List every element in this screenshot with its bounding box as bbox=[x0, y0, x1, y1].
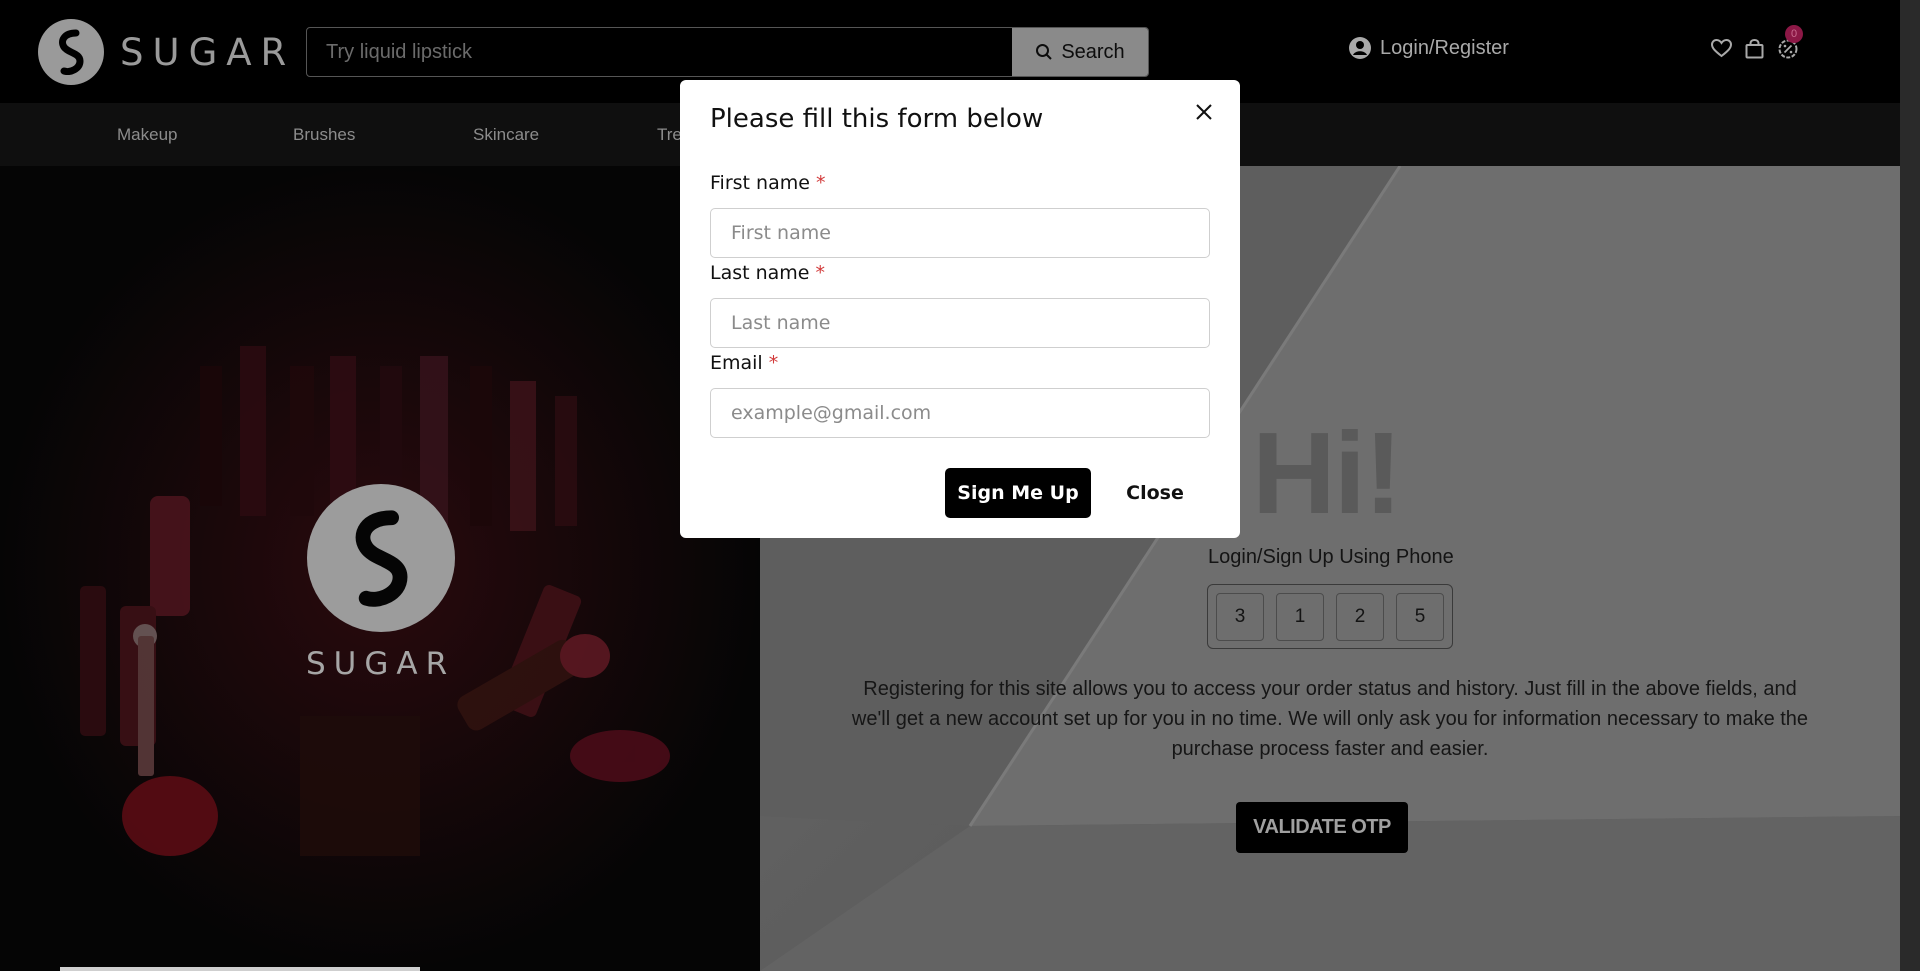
search-icon bbox=[1036, 44, 1053, 60]
registration-description: Registering for this site allows you to … bbox=[851, 678, 1809, 760]
first-name-input[interactable] bbox=[710, 208, 1210, 258]
brand-logo[interactable]: SUGAR bbox=[38, 19, 295, 85]
otp-digit-1[interactable]: 3 bbox=[1216, 592, 1264, 641]
modal-close-button[interactable] bbox=[1190, 98, 1218, 126]
heart-icon bbox=[1711, 39, 1732, 58]
modal-title: Please fill this form below bbox=[710, 104, 1044, 134]
first-name-label-text: First name bbox=[710, 172, 810, 194]
logo-wordmark: SUGAR bbox=[120, 30, 296, 74]
first-name-label: First name * bbox=[710, 172, 825, 194]
page-scrollbar[interactable] bbox=[1900, 0, 1920, 971]
close-icon bbox=[1196, 104, 1212, 120]
nav-item-trending[interactable]: Tre bbox=[657, 125, 682, 145]
email-input[interactable] bbox=[710, 388, 1210, 438]
modal-close-text-button[interactable]: Close bbox=[1112, 468, 1198, 518]
search-button-label: Search bbox=[1061, 40, 1125, 63]
signup-modal: Please fill this form below First name *… bbox=[680, 80, 1240, 538]
sign-me-up-button[interactable]: Sign Me Up bbox=[945, 468, 1091, 518]
hero-brand-logo: SUGAR bbox=[306, 484, 455, 682]
wishlist-button[interactable] bbox=[1711, 38, 1732, 59]
otp-digit-2[interactable]: 1 bbox=[1276, 592, 1324, 641]
search-input[interactable] bbox=[307, 28, 1012, 76]
otp-digit-3[interactable]: 2 bbox=[1336, 592, 1384, 641]
last-name-input[interactable] bbox=[710, 298, 1210, 348]
login-register-link[interactable]: Login/Register bbox=[1348, 36, 1509, 60]
greeting-heading: Hi! bbox=[1252, 408, 1403, 538]
search-bar: Search bbox=[306, 27, 1149, 77]
hero-logo-mark-icon bbox=[306, 484, 455, 632]
nav-item-brushes[interactable]: Brushes bbox=[293, 125, 355, 145]
validate-otp-button[interactable]: VALIDATE OTP bbox=[1236, 802, 1408, 853]
shopping-bag-icon bbox=[1745, 38, 1764, 58]
otp-digit-4[interactable]: 5 bbox=[1396, 592, 1444, 641]
last-name-label: Last name * bbox=[710, 262, 825, 284]
nav-item-makeup[interactable]: Makeup bbox=[117, 125, 177, 145]
last-name-label-text: Last name bbox=[710, 262, 810, 284]
cart-button[interactable] bbox=[1744, 38, 1765, 59]
nav-item-skincare[interactable]: Skincare bbox=[473, 125, 539, 145]
email-required-mark: * bbox=[768, 352, 779, 374]
header-icons bbox=[1711, 38, 1798, 59]
cart-count-badge: 0 bbox=[1785, 25, 1803, 43]
email-label: Email * bbox=[710, 352, 778, 374]
otp-input-group: 3 1 2 5 bbox=[1207, 584, 1453, 649]
phone-login-label: Login/Sign Up Using Phone bbox=[1208, 546, 1454, 568]
last-name-required-mark: * bbox=[815, 262, 826, 284]
login-register-label: Login/Register bbox=[1380, 36, 1509, 59]
email-label-text: Email bbox=[710, 352, 763, 374]
search-button[interactable]: Search bbox=[1012, 28, 1148, 76]
user-icon bbox=[1349, 37, 1371, 59]
bottom-indicator bbox=[60, 967, 420, 971]
hero-logo-wordmark: SUGAR bbox=[306, 646, 456, 682]
hero-product-image: SUGAR bbox=[0, 166, 760, 971]
first-name-required-mark: * bbox=[815, 172, 826, 194]
logo-mark-icon bbox=[38, 19, 104, 85]
